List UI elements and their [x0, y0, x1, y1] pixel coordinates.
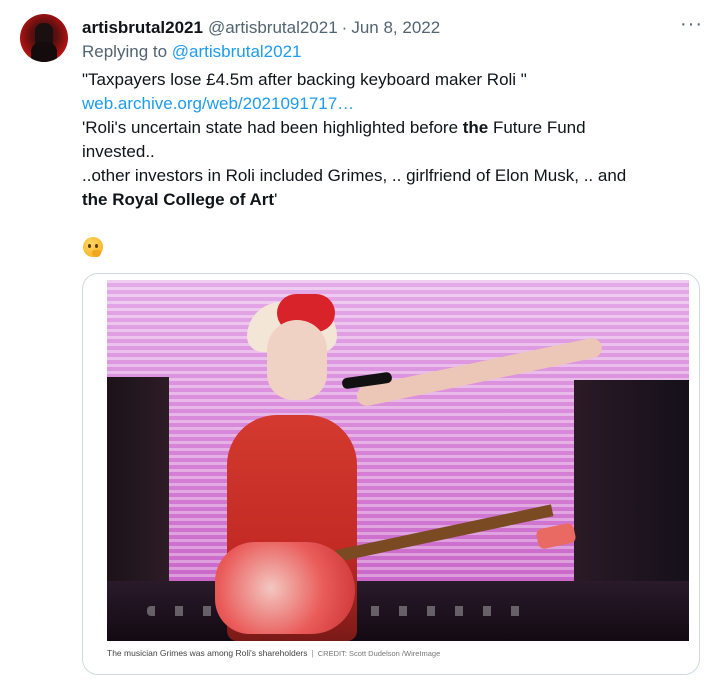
tweet-date[interactable]: Jun 8, 2022 — [351, 18, 440, 38]
replying-prefix: Replying to — [82, 42, 172, 61]
tweet-line-6b: ' — [274, 190, 278, 209]
tweet-line-3a: 'Roli's uncertain state had been highlig… — [82, 118, 463, 137]
tweet-header: artisbrutal2021 @artisbrutal2021 · Jun 8… — [82, 17, 707, 39]
user-handle[interactable]: @artisbrutal2021 — [208, 18, 338, 38]
tweet-line-3: 'Roli's uncertain state had been highlig… — [82, 116, 702, 140]
tweet-line-5: ..other investors in Roli included Grime… — [82, 166, 627, 185]
photo-caption: The musician Grimes was among Roli's sha… — [107, 648, 679, 658]
thinking-face-hand — [92, 250, 101, 257]
tweet-line-1: "Taxpayers lose £4.5m after backing keyb… — [82, 70, 527, 89]
caption-separator: | — [311, 648, 314, 658]
musician-on-stage-photo[interactable] — [107, 280, 689, 641]
replying-to: Replying to @artisbrutal2021 — [82, 42, 302, 62]
avatar-figure-shoulders — [31, 42, 57, 62]
guitar-body — [215, 542, 355, 634]
tweet-line-6: the Royal College of Art' — [82, 188, 702, 212]
article-link[interactable]: web.archive.org/web/2021091717… — [82, 94, 354, 113]
tweet-line-6a: the Royal College of Art — [82, 190, 275, 209]
display-name[interactable]: artisbrutal2021 — [82, 18, 203, 38]
performer-head — [267, 320, 327, 400]
tweet-line-3c: Future Fund — [488, 118, 586, 137]
tweet-text: "Taxpayers lose £4.5m after backing keyb… — [82, 68, 702, 212]
photo-credit: CREDIT: Scott Dudelson /WireImage — [317, 649, 441, 658]
avatar[interactable] — [20, 14, 68, 62]
replying-mention[interactable]: @artisbrutal2021 — [172, 42, 302, 61]
tweet-line-3b: the — [462, 118, 489, 137]
caption-text: The musician Grimes was among Roli's sha… — [107, 648, 308, 658]
tweet-line-4: invested.. — [82, 142, 155, 161]
separator-dot: · — [341, 18, 348, 37]
more-options-icon[interactable]: ··· — [680, 14, 703, 34]
thinking-face-icon — [83, 237, 103, 257]
media-card[interactable]: The musician Grimes was among Roli's sha… — [82, 273, 700, 675]
